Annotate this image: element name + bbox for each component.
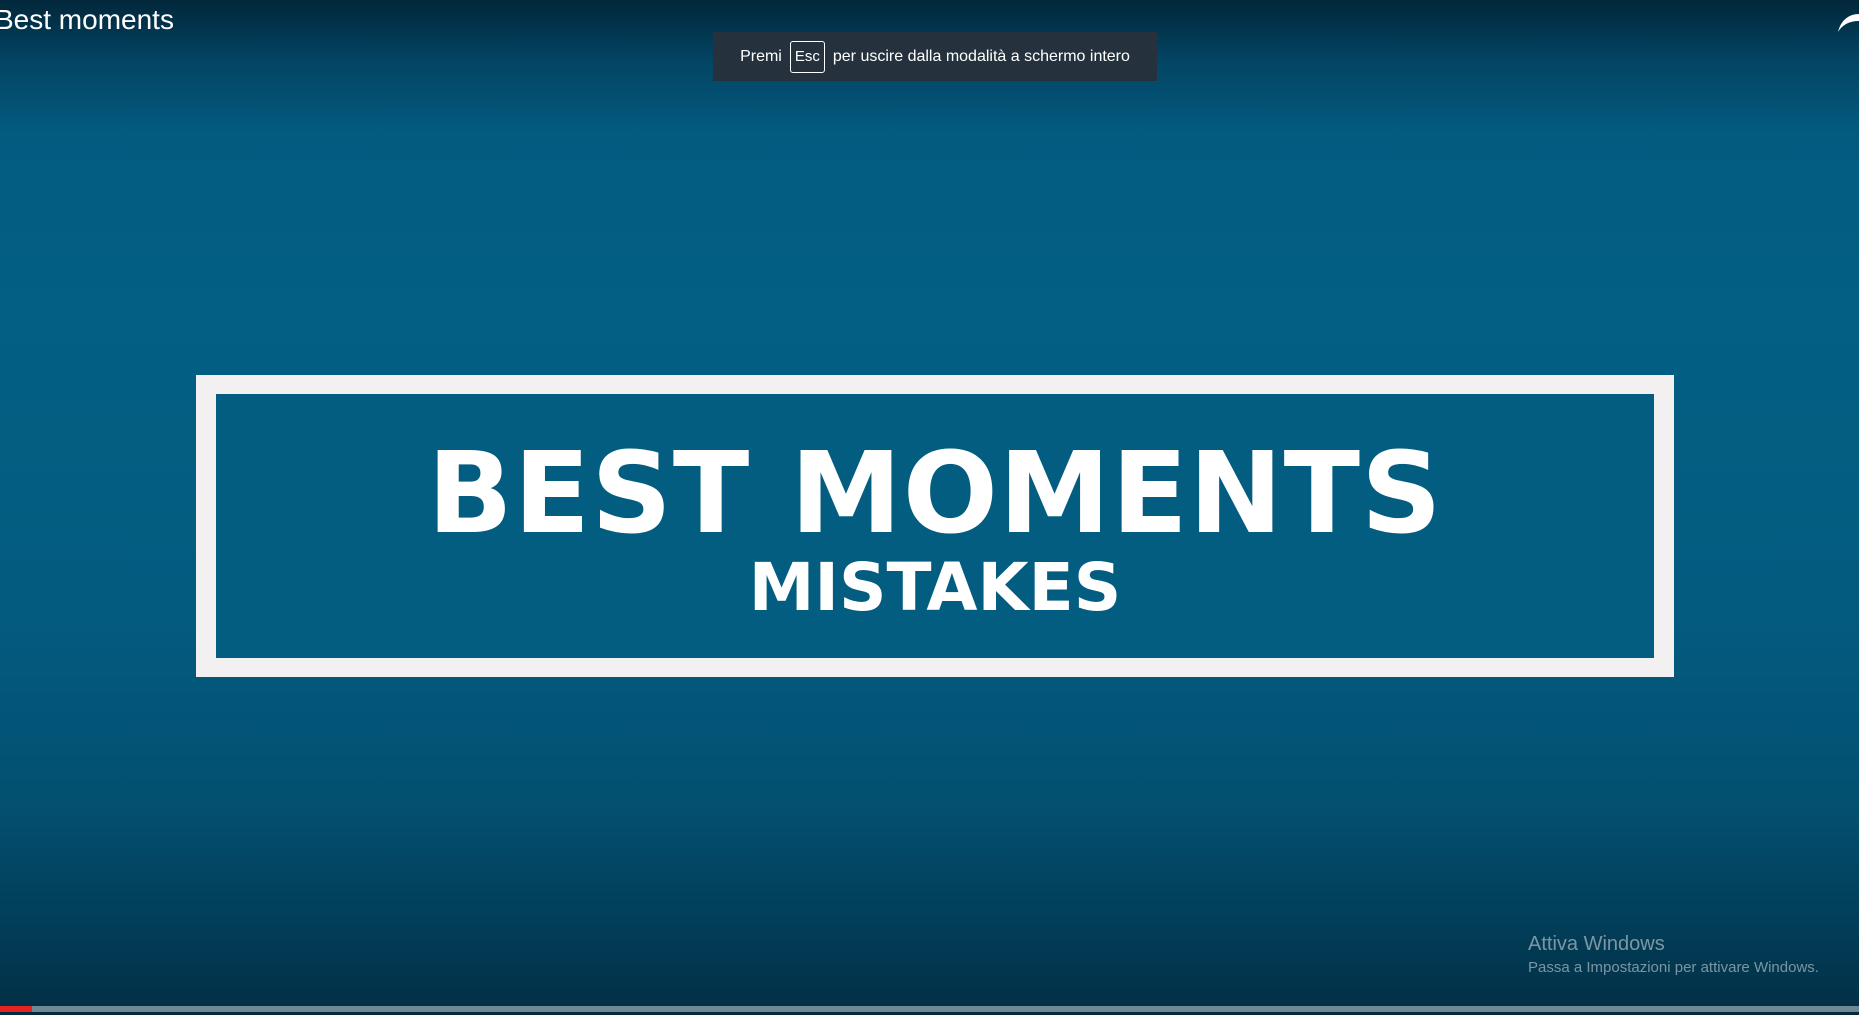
fullscreen-exit-toast: Premi Esc per uscire dalla modalità a sc…: [713, 32, 1157, 81]
title-card-inner: BEST MOMENTS MISTAKES: [216, 394, 1654, 658]
swoosh-icon: [1838, 14, 1859, 32]
watermark-title: Attiva Windows: [1528, 933, 1665, 955]
esc-key-hint: Esc: [789, 40, 825, 73]
watermark-subtitle: Passa a Impostazioni per attivare Window…: [1528, 959, 1819, 976]
title-card-headline: BEST MOMENTS: [427, 429, 1443, 559]
windows-activation-watermark: Attiva Windows Passa a Impostazioni per …: [1528, 932, 1819, 978]
video-title-card: BEST MOMENTS MISTAKES: [196, 375, 1674, 677]
toast-message: per uscire dalla modalità a schermo inte…: [832, 47, 1130, 65]
video-title: Best moments: [0, 4, 174, 35]
video-player[interactable]: Best moments Premi Esc per uscire dalla …: [0, 0, 1859, 1015]
title-card-subline: MISTAKES: [748, 549, 1122, 626]
toast-prefix: Premi: [740, 47, 782, 65]
